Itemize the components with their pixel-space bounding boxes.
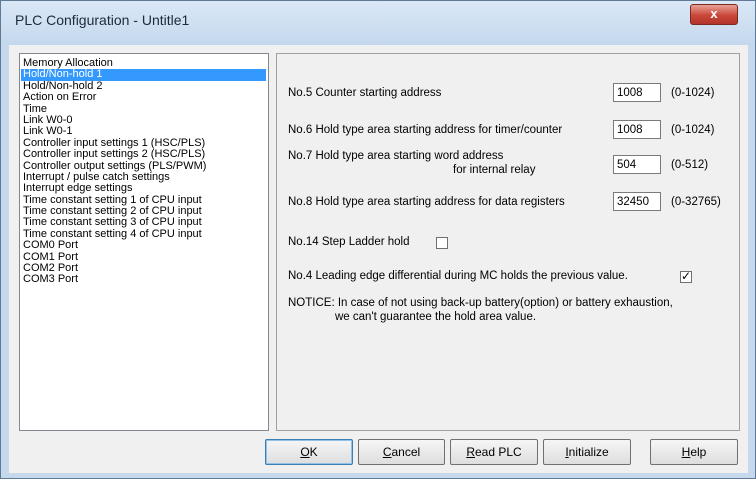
leading-edge-checkbox[interactable]: ✓ [680,269,692,283]
list-item-hold-non-hold-2[interactable]: Hold/Non-hold 2 [21,81,266,92]
register-hold-range: (0-32765) [671,196,721,208]
close-icon: x [710,6,718,21]
hold-settings-panel: No.5 Counter starting address (0-1024) N… [276,53,740,431]
plc-configuration-window: PLC Configuration - Untitle1 x Memory Al… [0,0,756,479]
list-item-interrupt-edge[interactable]: Interrupt edge settings [21,183,266,194]
list-item-memory-allocation[interactable]: Memory Allocation [21,58,266,69]
cancel-label-rest: ancel [391,445,421,459]
close-button[interactable]: x [690,4,738,25]
ok-mnemonic: O [300,445,310,459]
list-item-time-constant-3[interactable]: Time constant setting 3 of CPU input [21,217,266,228]
read-plc-label-rest: ead PLC [474,445,522,459]
list-item-time-constant-1[interactable]: Time constant setting 1 of CPU input [21,195,266,206]
relay-hold-label-line2: for internal relay [453,164,536,176]
settings-category-list[interactable]: Memory Allocation Hold/Non-hold 1 Hold/N… [19,53,269,431]
leading-edge-label: No.4 Leading edge differential during MC… [288,270,628,282]
list-item-time-constant-2[interactable]: Time constant setting 2 of CPU input [21,206,266,217]
list-item-com3-port[interactable]: COM3 Port [21,274,266,285]
relay-hold-range: (0-512) [671,159,709,171]
checkmark-icon: ✓ [681,269,692,283]
step-ladder-checkbox[interactable] [436,237,448,249]
title-bar[interactable]: PLC Configuration - Untitle1 x [1,1,755,45]
cancel-button[interactable]: Cancel [358,439,445,465]
list-item-hold-non-hold-1[interactable]: Hold/Non-hold 1 [21,69,266,81]
read-plc-button[interactable]: Read PLC [450,439,538,465]
list-item-com2-port[interactable]: COM2 Port [21,263,266,274]
window-title: PLC Configuration - Untitle1 [15,12,190,28]
list-item-com0-port[interactable]: COM0 Port [21,240,266,251]
register-hold-field[interactable] [613,192,661,211]
relay-hold-label-line1: No.7 Hold type area starting word addres… [288,150,504,162]
list-item-interrupt-pulse-catch[interactable]: Interrupt / pulse catch settings [21,172,266,183]
step-ladder-label: No.14 Step Ladder hold [288,236,410,248]
dialog-client-area: Memory Allocation Hold/Non-hold 1 Hold/N… [9,45,748,473]
list-item-controller-input-1[interactable]: Controller input settings 1 (HSC/PLS) [21,138,266,149]
list-item-controller-input-2[interactable]: Controller input settings 2 (HSC/PLS) [21,149,266,160]
list-item-link-w0-1[interactable]: Link W0-1 [21,126,266,137]
relay-hold-field[interactable] [613,155,661,174]
list-item-link-w0-0[interactable]: Link W0-0 [21,115,266,126]
list-item-action-on-error[interactable]: Action on Error [21,92,266,103]
read-plc-mnemonic: R [466,445,475,459]
ok-label-rest: K [309,445,318,459]
list-item-com1-port[interactable]: COM1 Port [21,252,266,263]
counter-start-field[interactable] [613,83,661,102]
counter-start-label: No.5 Counter starting address [288,87,442,99]
timer-counter-hold-range: (0-1024) [671,124,715,136]
notice-line2: we can't guarantee the hold area value. [335,311,537,323]
initialize-button[interactable]: Initialize [543,439,631,465]
list-item-time-constant-4[interactable]: Time constant setting 4 of CPU input [21,229,266,240]
timer-counter-hold-label: No.6 Hold type area starting address for… [288,124,563,136]
notice-line1: NOTICE: In case of not using back-up bat… [288,297,673,309]
help-label-rest: elp [690,445,707,459]
register-hold-label: No.8 Hold type area starting address for… [288,196,565,208]
initialize-label-rest: nitialize [568,445,609,459]
timer-counter-hold-field[interactable] [613,120,661,139]
help-button[interactable]: Help [650,439,738,465]
list-item-time[interactable]: Time [21,104,266,115]
ok-button[interactable]: OK [265,439,353,465]
list-item-controller-output[interactable]: Controller output settings (PLS/PWM) [21,161,266,172]
counter-start-range: (0-1024) [671,87,715,99]
